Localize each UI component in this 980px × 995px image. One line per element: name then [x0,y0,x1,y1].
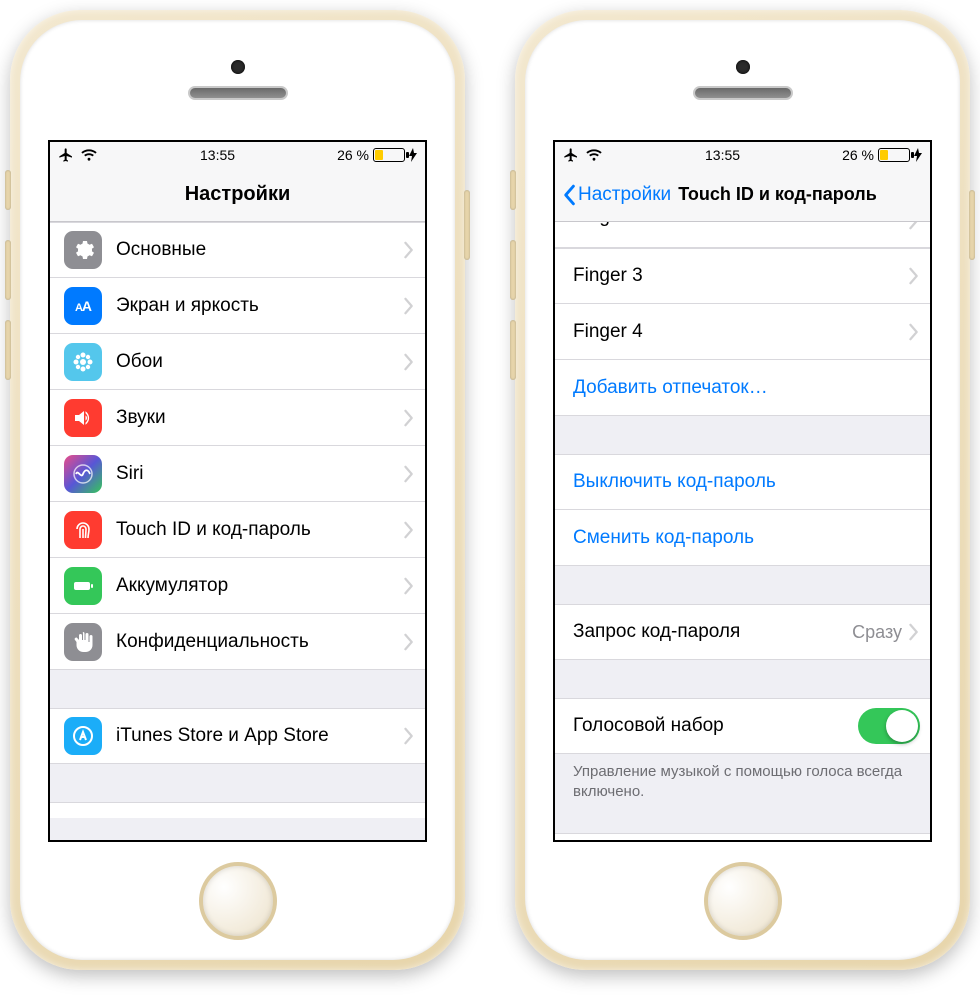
row-label: Siri [116,463,403,485]
wifi-icon [585,148,603,162]
settings-row-itunes[interactable]: iTunes Store и App Store [50,708,425,764]
back-button[interactable]: Настройки [561,184,671,206]
front-camera [736,60,750,74]
status-time: 13:55 [603,147,842,163]
nav-bar-right: Настройки Touch ID и код-пароль [555,168,930,222]
phone-top [20,20,455,140]
row-label: iTunes Store и App Store [116,725,403,747]
voice-dial-row: Голосовой набор [555,698,930,754]
finger-label: Finger 4 [573,321,908,343]
partial-row-peek [50,802,425,818]
row-label: Основные [116,239,403,261]
finger-label: Finger 3 [573,265,908,287]
settings-row-battery[interactable]: Аккумулятор [50,558,425,614]
status-bar: 13:55 26 % [50,142,425,168]
settings-row-siri[interactable]: Siri [50,446,425,502]
speaker-icon [64,399,102,437]
hand-icon [64,623,102,661]
earpiece-speaker [188,86,288,100]
earpiece-speaker [693,86,793,100]
home-button[interactable] [199,862,277,940]
settings-row-wallpaper[interactable]: Обои [50,334,425,390]
back-label: Настройки [578,184,671,206]
require-passcode-row[interactable]: Запрос код-пароля Сразу [555,604,930,660]
settings-row-display[interactable]: AA Экран и яркость [50,278,425,334]
page-title: Touch ID и код-пароль [678,184,877,205]
settings-row-sounds[interactable]: Звуки [50,390,425,446]
settings-list[interactable]: Основные AA Экран и яркость Обои Звуки Siri To… [50,222,425,840]
phone-right: 13:55 26 % Настройки Touch ID и код- [515,10,970,970]
settings-row-privacy[interactable]: Конфиденциальность [50,614,425,670]
finger-row[interactable]: Finger 3 [555,248,930,304]
row-label: Аккумулятор [116,575,403,597]
airplane-mode-icon [58,147,74,163]
chevron-right-icon [908,623,920,641]
battery-icon [878,148,910,162]
voice-dial-footer: Управление музыкой с помощью голоса всег… [555,754,930,803]
airplane-mode-icon [563,147,579,163]
nav-bar-left: Настройки [50,168,425,222]
settings-row-general[interactable]: Основные [50,222,425,278]
page-title: Настройки [185,183,291,206]
home-button[interactable] [704,862,782,940]
screen-left: 13:55 26 % Настройки Основные AA Экран и я… [48,140,427,842]
change-passcode-button[interactable]: Сменить код-пароль [555,510,930,566]
AA-icon: AA [64,287,102,325]
wifi-icon [80,148,98,162]
charging-bolt-icon [409,148,417,162]
flower-icon [64,343,102,381]
row-label: Конфиденциальность [116,631,403,653]
chevron-right-icon [908,222,920,230]
screen-right: 13:55 26 % Настройки Touch ID и код- [553,140,932,842]
battery-icon [373,148,405,162]
partial-next-section [555,833,930,841]
phone-top [525,20,960,140]
fingerprint-icon [64,511,102,549]
status-bar: 13:55 26 % [555,142,930,168]
front-camera [231,60,245,74]
row-label: Обои [116,351,403,373]
charging-bolt-icon [914,148,922,162]
row-label: Экран и яркость [116,295,403,317]
status-battery-pct: 26 % [337,147,369,163]
siri-icon [64,455,102,493]
battery-icon [64,567,102,605]
appstore-icon [64,717,102,755]
touchid-settings[interactable]: Finger 2 Finger 3 Finger 4 Добавить отпеч… [555,222,930,840]
row-label: Touch ID и код-пароль [116,519,403,541]
add-fingerprint-button[interactable]: Добавить отпечаток… [555,360,930,416]
status-time: 13:55 [98,147,337,163]
finger-row[interactable]: Finger 4 [555,304,930,360]
voice-dial-toggle[interactable] [858,708,920,744]
partial-finger-row[interactable]: Finger 2 [555,222,930,248]
settings-row-touchid[interactable]: Touch ID и код-пароль [50,502,425,558]
turn-off-passcode-button[interactable]: Выключить код-пароль [555,454,930,510]
status-battery-pct: 26 % [842,147,874,163]
gear-icon [64,231,102,269]
phone-left: 13:55 26 % Настройки Основные AA Экран и я… [10,10,465,970]
row-label: Звуки [116,407,403,429]
require-passcode-value: Сразу [852,622,902,643]
